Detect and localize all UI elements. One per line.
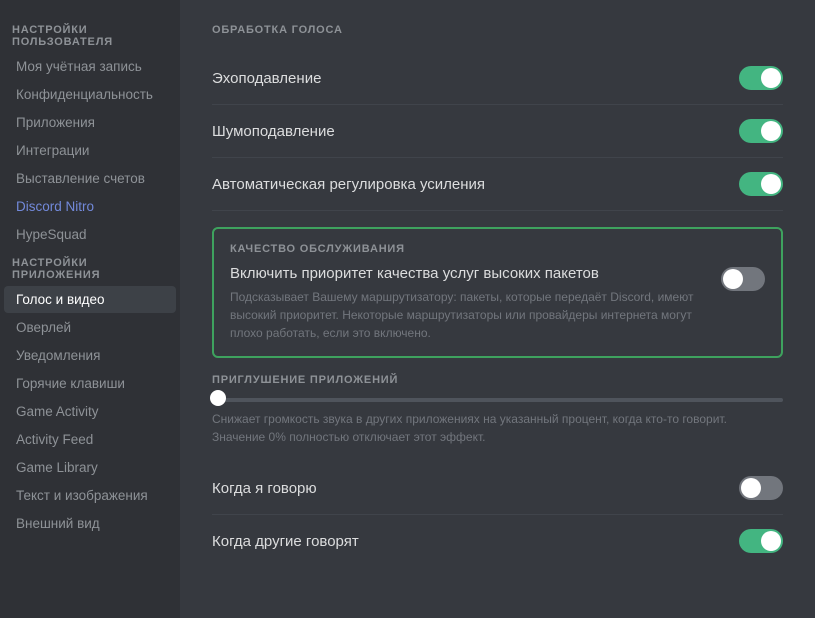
when-others-speak-toggle[interactable] [739, 529, 783, 553]
auto-gain-toggle[interactable] [739, 172, 783, 196]
echo-cancellation-toggle[interactable] [739, 66, 783, 90]
when-i-speak-toggle[interactable] [739, 476, 783, 500]
noise-suppression-knob [761, 121, 781, 141]
when-i-speak-row: Когда я говорю [212, 462, 783, 515]
qos-box: КАЧЕСТВО ОБСЛУЖИВАНИЯ Включить приоритет… [212, 227, 783, 358]
sidebar-item-privacy[interactable]: Конфиденциальность [4, 81, 176, 108]
sidebar-item-appearance[interactable]: Внешний вид [4, 510, 176, 537]
sidebar-item-hypesquad[interactable]: HypeSquad [4, 221, 176, 248]
attenuation-slider-track [212, 398, 783, 402]
sidebar-item-activity-feed[interactable]: Activity Feed [4, 426, 176, 453]
voice-processing-header: ОБРАБОТКА ГОЛОСА [212, 24, 783, 36]
qos-toggle[interactable] [721, 267, 765, 291]
attenuation-slider-knob[interactable] [210, 390, 226, 406]
when-others-speak-knob [761, 531, 781, 551]
sidebar-item-integrations[interactable]: Интеграции [4, 137, 176, 164]
qos-row: Включить приоритет качества услуг высоки… [230, 265, 765, 342]
sidebar-item-billing[interactable]: Выставление счетов [4, 165, 176, 192]
noise-suppression-row: Шумоподавление [212, 105, 783, 158]
sidebar-item-my-account[interactable]: Моя учётная запись [4, 53, 176, 80]
attenuation-section: ПРИГЛУШЕНИЕ ПРИЛОЖЕНИЙ Снижает громкость… [212, 374, 783, 446]
echo-cancellation-row: Эхоподавление [212, 52, 783, 105]
auto-gain-row: Автоматическая регулировка усиления [212, 158, 783, 211]
noise-suppression-label: Шумоподавление [212, 123, 335, 140]
sidebar-item-game-activity[interactable]: Game Activity [4, 398, 176, 425]
sidebar-item-overlay[interactable]: Оверлей [4, 314, 176, 341]
sidebar-item-apps[interactable]: Приложения [4, 109, 176, 136]
when-others-speak-label: Когда другие говорят [212, 533, 359, 550]
qos-text-block: Включить приоритет качества услуг высоки… [230, 265, 709, 342]
when-i-speak-label: Когда я говорю [212, 480, 317, 497]
sidebar-item-game-library[interactable]: Game Library [4, 454, 176, 481]
noise-suppression-toggle[interactable] [739, 119, 783, 143]
attenuation-description: Снижает громкость звука в других приложе… [212, 410, 783, 446]
user-settings-section-label: НАСТРОЙКИ ПОЛЬЗОВАТЕЛЯ [0, 16, 180, 52]
qos-title: Включить приоритет качества услуг высоки… [230, 265, 709, 282]
sidebar-item-text-images[interactable]: Текст и изображения [4, 482, 176, 509]
app-settings-section-label: НАСТРОЙКИ ПРИЛОЖЕНИЯ [0, 249, 180, 285]
sidebar-item-hotkeys[interactable]: Горячие клавиши [4, 370, 176, 397]
when-i-speak-knob [741, 478, 761, 498]
auto-gain-knob [761, 174, 781, 194]
echo-cancellation-knob [761, 68, 781, 88]
attenuation-label: ПРИГЛУШЕНИЕ ПРИЛОЖЕНИЙ [212, 374, 783, 386]
sidebar-item-voice-video[interactable]: Голос и видео [4, 286, 176, 313]
qos-toggle-knob [723, 269, 743, 289]
main-content: ОБРАБОТКА ГОЛОСА Эхоподавление Шумоподав… [180, 0, 815, 618]
echo-cancellation-label: Эхоподавление [212, 70, 321, 87]
auto-gain-label: Автоматическая регулировка усиления [212, 176, 485, 193]
sidebar-item-discord-nitro[interactable]: Discord Nitro [4, 193, 176, 220]
attenuation-slider-container [212, 398, 783, 402]
when-others-speak-row: Когда другие говорят [212, 515, 783, 567]
sidebar: НАСТРОЙКИ ПОЛЬЗОВАТЕЛЯ Моя учётная запис… [0, 0, 180, 618]
sidebar-item-notifications[interactable]: Уведомления [4, 342, 176, 369]
qos-section-label: КАЧЕСТВО ОБСЛУЖИВАНИЯ [230, 243, 765, 255]
qos-description: Подсказывает Вашему маршрутизатору: паке… [230, 288, 709, 342]
